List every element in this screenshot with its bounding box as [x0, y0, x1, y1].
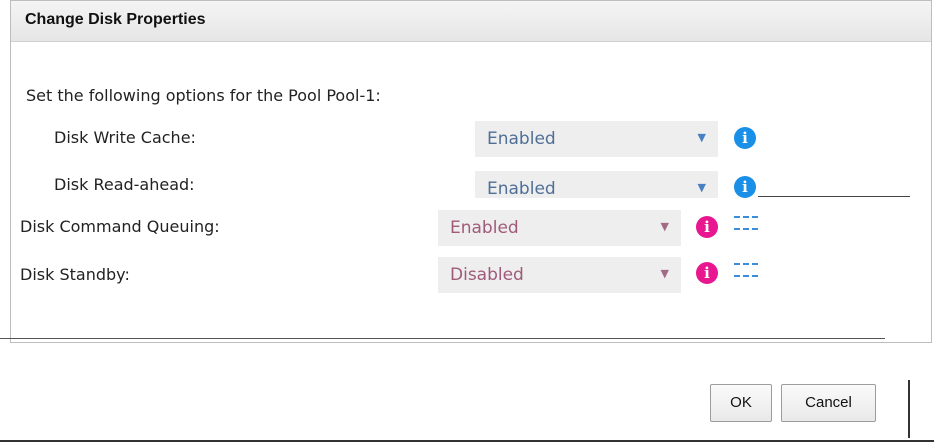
divider-line	[758, 196, 910, 197]
intro-text: Set the following options for the Pool P…	[26, 86, 381, 105]
dialog-title-bar: Change Disk Properties	[11, 1, 931, 42]
chevron-down-icon: ▼	[697, 131, 706, 144]
disk-command-queuing-select[interactable]: Enabled ▼	[438, 210, 681, 246]
chevron-down-icon: ▼	[697, 181, 706, 194]
info-icon[interactable]: i	[696, 262, 718, 284]
disk-read-ahead-label: Disk Read-ahead:	[54, 175, 195, 194]
disk-standby-value: Disabled	[450, 265, 524, 285]
disk-write-cache-value: Enabled	[487, 129, 556, 149]
cancel-button[interactable]: Cancel	[781, 384, 876, 422]
disk-command-queuing-label: Disk Command Queuing:	[20, 217, 220, 236]
edge-line	[908, 380, 910, 438]
footer-divider	[0, 338, 885, 339]
disk-write-cache-select[interactable]: Enabled ▼	[475, 121, 718, 157]
chevron-down-icon: ▼	[660, 267, 669, 280]
chevron-down-icon: ▼	[660, 220, 669, 233]
dialog-title: Change Disk Properties	[25, 11, 206, 28]
disk-read-ahead-select[interactable]: Enabled ▼	[475, 171, 718, 198]
ok-button[interactable]: OK	[710, 384, 772, 422]
info-icon[interactable]: i	[696, 216, 718, 238]
disk-read-ahead-row: Disk Read-ahead: Enabled ▼ i	[0, 165, 934, 198]
disk-read-ahead-value: Enabled	[487, 179, 556, 198]
info-icon[interactable]: i	[734, 127, 756, 149]
disk-standby-label: Disk Standby:	[20, 265, 130, 284]
dashed-marker-icon	[734, 263, 758, 277]
info-icon[interactable]: i	[734, 176, 756, 198]
dashed-marker-icon	[734, 216, 758, 230]
disk-write-cache-label: Disk Write Cache:	[54, 128, 196, 147]
disk-command-queuing-value: Enabled	[450, 218, 519, 238]
disk-standby-select[interactable]: Disabled ▼	[438, 257, 681, 293]
bottom-border	[0, 440, 934, 442]
